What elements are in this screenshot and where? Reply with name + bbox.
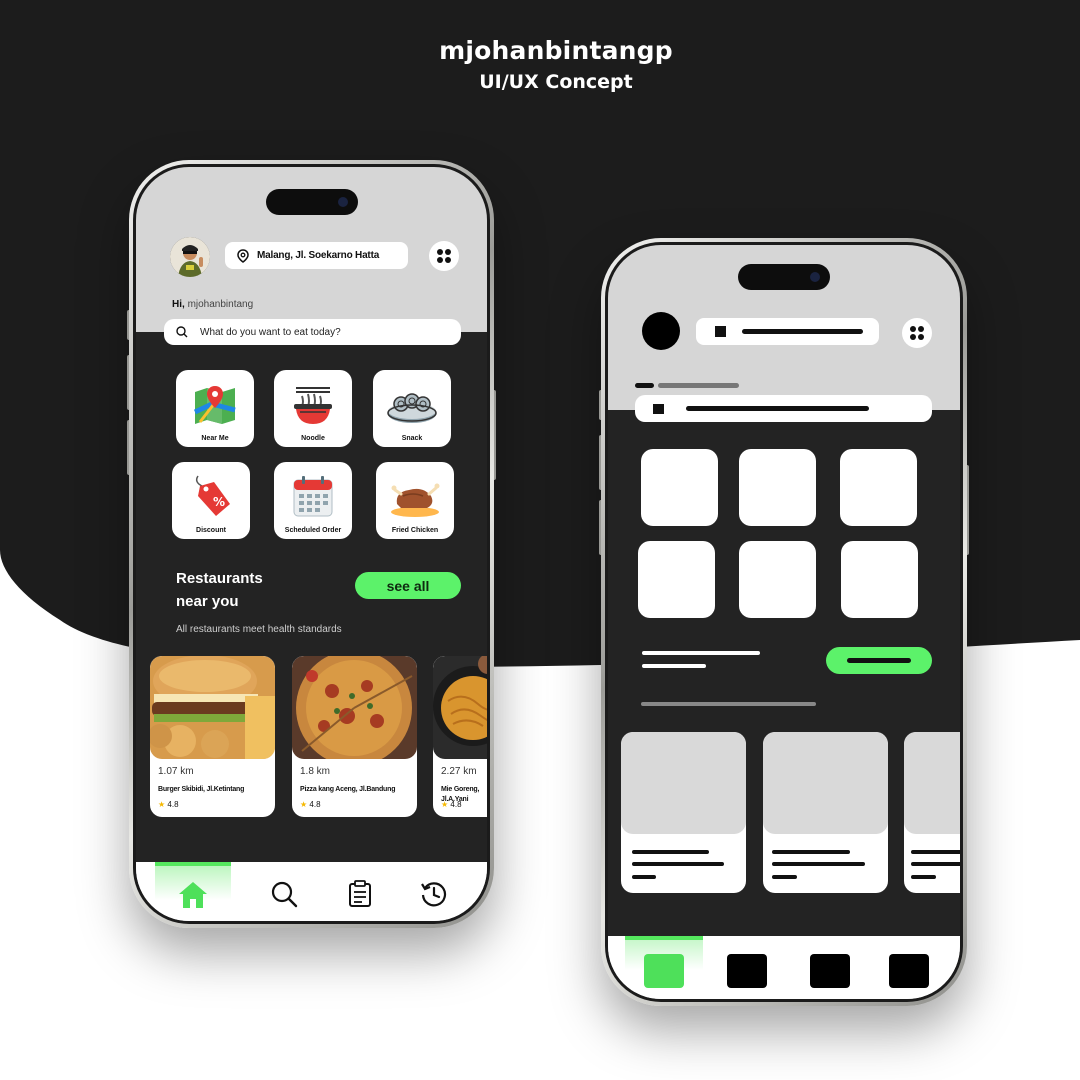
- menu-grid-button[interactable]: [429, 241, 459, 271]
- wireframe-category: [739, 541, 816, 618]
- category-label: Scheduled Order: [284, 527, 342, 534]
- restaurant-rating: ★ 4.8: [441, 800, 462, 809]
- wireframe-category: [841, 541, 918, 618]
- dynamic-island: [738, 264, 830, 290]
- section-title-line2: near you: [176, 593, 239, 610]
- author-title: mjohanbintangp: [439, 36, 673, 65]
- wireframe-title-bar: [642, 664, 706, 668]
- restaurant-card[interactable]: 1.8 km Pizza kang Aceng, Jl.Bandung ★ 4.…: [292, 656, 417, 817]
- wireframe-avatar: [642, 312, 680, 350]
- wireframe-bottom-nav: [608, 936, 960, 999]
- orders-icon: [349, 880, 371, 907]
- wireframe-grid-button: [902, 318, 932, 348]
- phone2-screen: [608, 245, 960, 999]
- wireframe-username-bar: [658, 383, 739, 388]
- category-label: Discount: [196, 527, 226, 534]
- location-selector[interactable]: Malang, Jl. Soekarno Hatta: [225, 242, 408, 269]
- wireframe-category: [641, 449, 718, 526]
- see-all-button[interactable]: see all: [355, 572, 461, 599]
- dynamic-island: [265, 189, 358, 215]
- section-title-line1: Restaurants: [176, 570, 263, 587]
- burger-image: [150, 656, 275, 759]
- section-subtitle: All restaurants meet health standards: [176, 624, 342, 635]
- wireframe-category: [638, 541, 715, 618]
- greeting: Hi, mjohanbintang: [172, 299, 253, 310]
- category-fried-chicken[interactable]: Fried Chicken: [376, 462, 454, 539]
- category-label: Snack: [401, 435, 423, 442]
- noodle-bowl-icon: [294, 387, 332, 424]
- category-label: Noodle: [301, 435, 325, 442]
- restaurant-name: Pizza kang Aceng, Jl.Bandung: [300, 786, 396, 793]
- history-icon: [421, 882, 447, 907]
- search-icon: [176, 326, 188, 338]
- restaurant-distance: 2.27 km: [441, 766, 477, 777]
- calendar-icon: [293, 476, 333, 517]
- home-icon: [179, 882, 207, 908]
- greeting-prefix: Hi,: [172, 299, 185, 310]
- section-title: Restaurants near you: [176, 567, 263, 613]
- location-text: Malang, Jl. Soekarno Hatta: [257, 250, 380, 261]
- category-label: Fried Chicken: [391, 527, 439, 534]
- avatar[interactable]: [170, 237, 210, 277]
- restaurant-distance: 1.8 km: [300, 766, 331, 777]
- search-input[interactable]: What do you want to eat today?: [164, 319, 461, 345]
- wireframe-card: [621, 732, 746, 893]
- search-placeholder: What do you want to eat today?: [200, 326, 341, 338]
- restaurant-rating: ★ 4.8: [300, 800, 321, 809]
- bottom-navigation: [136, 862, 487, 921]
- wireframe-see-all-button: [826, 647, 932, 674]
- category-noodle[interactable]: Noodle: [274, 370, 352, 447]
- star-icon: ★: [300, 800, 308, 809]
- restaurant-distance: 1.07 km: [158, 766, 194, 777]
- fried-chicken-icon: [391, 483, 440, 517]
- restaurant-rating: ★ 4.8: [158, 800, 179, 809]
- wireframe-subtitle-bar: [641, 702, 816, 706]
- noodle-image: [433, 656, 487, 759]
- svg-text:%: %: [213, 495, 225, 509]
- star-icon: ★: [158, 800, 166, 809]
- wireframe-category: [840, 449, 917, 526]
- map-icon: [193, 386, 236, 424]
- restaurant-card[interactable]: 1.07 km Burger Skibidi, Jl.Ketintang ★ 4…: [150, 656, 275, 817]
- nav-history[interactable]: [420, 880, 448, 913]
- wireframe-category: [739, 449, 816, 526]
- pizza-image: [292, 656, 417, 759]
- rating-value: 4.8: [450, 800, 462, 809]
- category-near-me[interactable]: Near Me: [176, 370, 254, 447]
- wireframe-card: [763, 732, 888, 893]
- search-icon: [271, 881, 298, 908]
- restaurant-card[interactable]: 2.27 km Mie Goreng, Jl.A.Yani ★ 4.8: [433, 656, 487, 817]
- wireframe-search: [635, 395, 932, 422]
- rating-value: 4.8: [309, 800, 321, 809]
- nav-orders[interactable]: [348, 880, 372, 913]
- star-icon: ★: [441, 800, 449, 809]
- wireframe-title-bar: [642, 651, 760, 655]
- concept-subtitle: UI/UX Concept: [479, 71, 633, 93]
- phone1-screen: Malang, Jl. Soekarno Hatta Hi, mjohanbin…: [136, 167, 487, 921]
- username: mjohanbintang: [187, 299, 254, 310]
- restaurant-name: Burger Skibidi, Jl.Ketintang: [158, 786, 245, 793]
- nav-search[interactable]: [270, 880, 298, 913]
- phone-mockup-wireframe: [601, 238, 967, 1006]
- rating-value: 4.8: [167, 800, 179, 809]
- location-pin-icon: [237, 248, 249, 263]
- wireframe-card: [904, 732, 960, 893]
- wireframe-greeting-bar: [635, 383, 654, 388]
- page-header: mjohanbintangp UI/UX Concept: [0, 36, 1080, 93]
- nav-home[interactable]: [177, 880, 209, 915]
- grid-icon: [437, 249, 451, 263]
- discount-tag-icon: %: [195, 475, 230, 516]
- category-snack[interactable]: Snack: [373, 370, 451, 447]
- snack-icon: [387, 393, 437, 423]
- phone-mockup-main: Malang, Jl. Soekarno Hatta Hi, mjohanbin…: [129, 160, 494, 928]
- category-scheduled-order[interactable]: Scheduled Order: [274, 462, 352, 539]
- category-discount[interactable]: % Discount: [172, 462, 250, 539]
- wireframe-location-pill: [696, 318, 879, 345]
- category-label: Near Me: [201, 435, 229, 442]
